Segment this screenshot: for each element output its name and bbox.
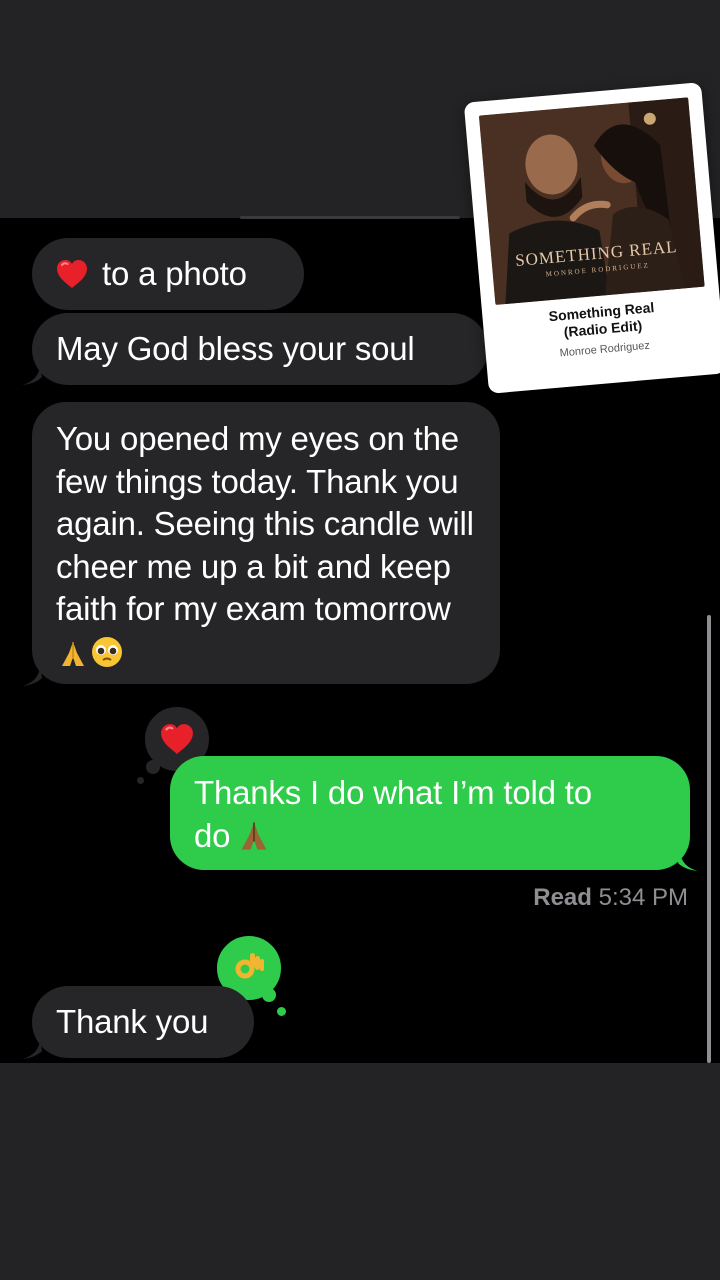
reaction-tail-dot — [146, 760, 160, 774]
bubble-tail — [678, 850, 698, 871]
bubble-tail — [22, 1038, 42, 1059]
bubble-tail — [22, 665, 42, 686]
music-sticker[interactable]: SOMETHING REAL MONROE RODRIGUEZ Somethin… — [463, 82, 720, 394]
praying-hands-icon — [60, 637, 86, 680]
heart-icon — [160, 723, 194, 755]
pleading-face-icon — [90, 635, 124, 680]
message-text: You opened my eyes on the few things tod… — [56, 420, 474, 627]
reaction-notice-text: to a photo — [102, 254, 247, 292]
message-text: May God bless your soul — [56, 329, 415, 367]
heart-icon — [56, 259, 88, 289]
scrollbar[interactable] — [707, 615, 711, 1063]
reaction-tail-dot — [277, 1007, 286, 1016]
reaction-notice-bubble[interactable]: to a photo — [32, 238, 304, 310]
message-text: Thank you — [56, 1002, 209, 1040]
sent-message-bubble[interactable]: Thanks I do what I’m told to do — [170, 756, 690, 870]
ok-hand-icon — [232, 949, 266, 988]
edge-highlight — [240, 216, 460, 219]
message-bubble-thank-you[interactable]: Thank you — [32, 986, 254, 1058]
read-status: Read — [533, 884, 592, 911]
bubble-tail — [22, 364, 42, 385]
praying-hands-icon — [234, 819, 274, 864]
sent-message-line-2: do — [194, 815, 666, 864]
reaction-tail-dot — [262, 988, 276, 1002]
read-time: 5:34 PM — [598, 884, 688, 911]
message-bubble-blessing[interactable]: May God bless your soul — [32, 313, 488, 385]
bottom-band — [0, 1063, 720, 1280]
message-bubble-long[interactable]: You opened my eyes on the few things tod… — [32, 402, 500, 684]
album-art: SOMETHING REAL MONROE RODRIGUEZ — [478, 97, 705, 305]
read-receipt: Read 5:34 PM — [533, 884, 688, 912]
sent-message-line: Thanks I do what I’m told to — [194, 774, 592, 811]
reaction-tail-dot — [137, 777, 144, 784]
